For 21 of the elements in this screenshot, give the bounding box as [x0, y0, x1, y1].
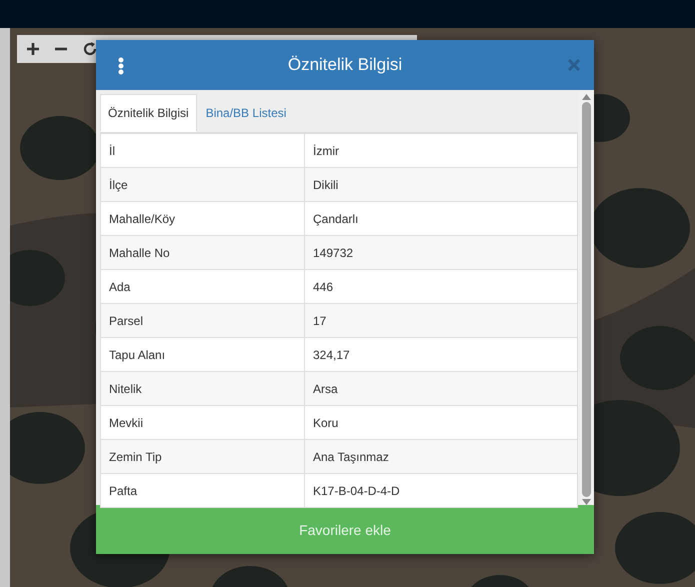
attribute-value-cell: İzmir: [304, 134, 578, 168]
tab[interactable]: Bina/BB Listesi: [198, 94, 294, 132]
add-favorites-button[interactable]: Favorilere ekle: [96, 505, 594, 554]
attribute-value-cell: Ana Taşınmaz: [304, 440, 578, 474]
scrollbar-thumb[interactable]: [582, 102, 590, 497]
attribute-value-cell: Arsa: [304, 372, 578, 406]
attribute-name-cell: Nitelik: [100, 372, 304, 406]
attribute-name-cell: Parsel: [100, 304, 304, 338]
zoom-in-icon[interactable]: [26, 42, 40, 56]
rotate-icon[interactable]: [82, 41, 98, 57]
attribute-name-cell: Zemin Tip: [100, 440, 304, 474]
attribute-value-cell: 17: [304, 304, 578, 338]
attribute-name-cell: İlçe: [100, 168, 304, 202]
attribute-value-cell: 149732: [304, 236, 578, 270]
menu-icon[interactable]: [118, 57, 124, 75]
attribute-value-cell: Dikili: [304, 168, 578, 202]
dialog-title: Öznitelik Bilgisi: [288, 55, 402, 75]
scroll-up-icon[interactable]: [582, 94, 590, 100]
tab[interactable]: Öznitelik Bilgisi: [100, 94, 197, 132]
attribute-name-cell: Mahalle No: [100, 236, 304, 270]
attribute-name-cell: İl: [100, 134, 304, 168]
